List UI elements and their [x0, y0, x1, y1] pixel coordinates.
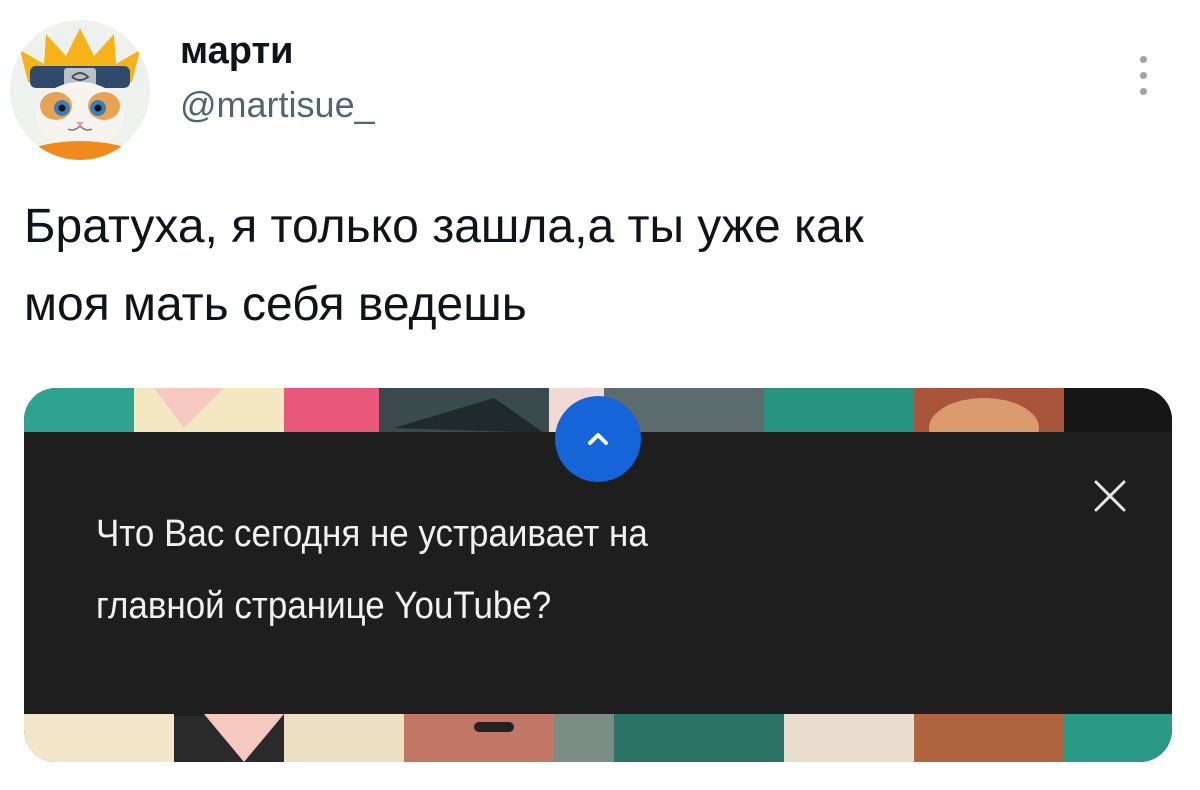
dot: [1139, 87, 1147, 95]
dot: [1139, 71, 1147, 79]
tweet-text: Братуха, я только зашла,а ты уже как моя…: [24, 188, 1164, 344]
more-vertical-icon[interactable]: [1128, 50, 1158, 100]
display-name[interactable]: марти: [180, 30, 293, 73]
dot: [1139, 55, 1147, 63]
collage-thumbnails-bottom: [24, 714, 1172, 762]
close-icon[interactable]: [1086, 472, 1134, 520]
avatar[interactable]: [10, 20, 150, 160]
feedback-question-line: главной странице YouTube?: [96, 585, 552, 627]
tweet-text-line: моя мать себя ведешь: [24, 278, 527, 331]
user-handle[interactable]: @martisue_: [180, 84, 375, 126]
chevron-up-icon[interactable]: [555, 396, 641, 482]
feedback-question: Что Вас сегодня не устраивает на главной…: [96, 498, 942, 642]
feedback-question-line: Что Вас сегодня не устраивает на: [96, 513, 648, 555]
tweet-text-line: Братуха, я только зашла,а ты уже как: [24, 200, 864, 253]
media-attachment[interactable]: Что Вас сегодня не устраивает на главной…: [24, 388, 1172, 762]
avatar-cat-image: [10, 20, 150, 160]
